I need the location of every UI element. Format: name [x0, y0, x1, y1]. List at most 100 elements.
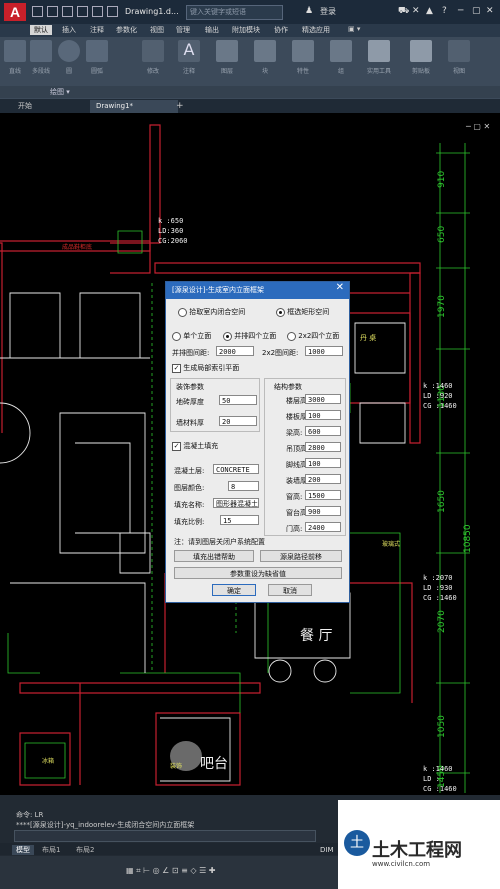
tab-addons[interactable]: 附加模块 [232, 25, 260, 35]
file-tab-bar [0, 99, 500, 113]
wall-thick-input[interactable]: 20 [219, 416, 257, 426]
tab-model[interactable]: 模型 [12, 845, 34, 855]
dim-910: 910 [437, 171, 447, 188]
autocad-logo-icon[interactable]: A [4, 3, 26, 21]
print-icon[interactable] [92, 6, 103, 17]
cancel-button[interactable]: 取消 [268, 584, 312, 596]
tab-start[interactable]: 开始 [18, 101, 32, 111]
tab-manage[interactable]: 管理 [176, 25, 190, 35]
checkmark-icon: ✓ [172, 441, 181, 451]
command-input[interactable] [14, 830, 316, 842]
tab-layout1[interactable]: 布局1 [42, 845, 60, 855]
modify-button[interactable]: 修改 [140, 40, 166, 75]
dialog-close-icon[interactable]: ✕ [336, 282, 344, 293]
dialog-title: [源泉设计]-生成室内立面框架 [172, 286, 264, 294]
help-icon[interactable]: ? [442, 6, 447, 16]
new-file-icon[interactable] [32, 6, 43, 17]
ok-button[interactable]: 确定 [212, 584, 256, 596]
radio-selected-icon [276, 307, 285, 317]
struct-input-ceiling[interactable]: 2800 [305, 442, 341, 452]
layers-button[interactable]: 图层 [214, 40, 240, 75]
tab-collaborate[interactable]: 协作 [274, 25, 288, 35]
room-label-dining: 餐 厅 [300, 628, 332, 644]
exchange-icon[interactable]: ✕ [412, 6, 420, 16]
fill-help-button[interactable]: 填充出错帮助 [174, 550, 254, 562]
opt-2x2[interactable]: 2x2四个立面 [287, 331, 339, 341]
annotation-button[interactable]: A 注释 [176, 40, 202, 75]
tab-output[interactable]: 输出 [205, 25, 219, 35]
tab-drawing[interactable]: Drawing1* [90, 100, 178, 113]
svg-text:k :650: k :650 [158, 217, 183, 225]
concrete-layer-input[interactable]: CONCRETE [213, 464, 259, 474]
grid-spacing-label: 2x2图间距: [262, 349, 299, 357]
open-file-icon[interactable] [47, 6, 58, 17]
user-icon[interactable]: ♟ [305, 6, 313, 16]
radio-icon [287, 331, 296, 341]
svg-text:LD :: LD : [423, 775, 440, 783]
polyline-button[interactable]: 多段线 [28, 40, 54, 75]
close-icon[interactable]: ✕ [486, 6, 494, 16]
grid-spacing-input[interactable]: 1000 [305, 346, 343, 356]
utilities-button[interactable]: 实用工具 [366, 40, 392, 75]
struct-input-sill[interactable]: 900 [305, 506, 341, 516]
opt-box-select[interactable]: 框选矩形空间 [276, 307, 329, 317]
tab-view[interactable]: 视图 [150, 25, 164, 35]
tab-default[interactable]: 默认 [30, 25, 52, 35]
properties-button[interactable]: 特性 [290, 40, 316, 75]
cart-icon[interactable]: ⛟ [398, 6, 409, 17]
minimize-icon[interactable]: ─ [458, 6, 463, 16]
watermark-title: 土木工程网 [372, 840, 462, 860]
struct-input-wall[interactable]: 200 [305, 474, 341, 484]
concrete-fill-checkbox[interactable]: ✓ 混凝土填充 [172, 441, 218, 451]
struct-input-window[interactable]: 1500 [305, 490, 341, 500]
struct-input-door[interactable]: 2400 [305, 522, 341, 532]
struct-input-beam[interactable]: 600 [305, 426, 341, 436]
struct-input-floor-height[interactable]: 3000 [305, 394, 341, 404]
group-button[interactable]: 组 [328, 40, 354, 75]
struct-label-beam: 梁高: [286, 429, 303, 437]
opt-pick-inside[interactable]: 拾取室内闭合空间 [178, 307, 245, 317]
opt-four-row[interactable]: 并排四个立面 [223, 331, 276, 341]
fill-scale-input[interactable]: 15 [220, 515, 259, 525]
block-button[interactable]: 块 [252, 40, 278, 75]
view-button[interactable]: 视图 [446, 40, 472, 75]
viewport-controls[interactable]: ─ ▢ ✕ [466, 122, 490, 131]
tab-layout2[interactable]: 布局2 [76, 845, 94, 855]
save-as-icon[interactable] [77, 6, 88, 17]
status-bar-tools[interactable]: ▦ ⌗ ⊢ ◎ ∠ ⊡ ≡ ◇ ☰ ✚ [126, 866, 216, 876]
opt-single[interactable]: 单个立面 [172, 331, 211, 341]
tab-parametric[interactable]: 参数化 [116, 25, 137, 35]
save-icon[interactable] [62, 6, 73, 17]
dialog-title-bar[interactable]: [源泉设计]-生成室内立面框架 [166, 282, 349, 299]
path-move-button[interactable]: 源泉路径前移 [260, 550, 342, 562]
side-spacing-input[interactable]: 2000 [216, 346, 254, 356]
tab-featured[interactable]: 精选应用 [302, 25, 330, 35]
tab-annotate[interactable]: 注释 [90, 25, 104, 35]
struct-title: 结构参数 [274, 383, 302, 391]
clipboard-button[interactable]: 剪贴板 [408, 40, 434, 75]
gen-index-checkbox[interactable]: ✓ 生成局部索引平面 [172, 363, 239, 373]
ribbon-options-icon[interactable]: ▣ ▾ [348, 25, 360, 33]
struct-input-slab[interactable]: 100 [305, 410, 341, 420]
svg-text:CG :1460: CG :1460 [423, 594, 457, 602]
undo-icon[interactable] [107, 6, 118, 17]
reset-defaults-button[interactable]: 参数重设为缺省值 [174, 567, 342, 579]
ribbon-footer [0, 86, 500, 98]
room-label-dan: 丹 桌 [360, 333, 376, 342]
tab-insert[interactable]: 插入 [62, 25, 76, 35]
fill-name-input[interactable]: 图形器混凝土 [213, 498, 259, 508]
floor-thick-input[interactable]: 50 [219, 395, 257, 405]
circle-button[interactable]: 圆 [56, 40, 82, 75]
layer-color-input[interactable]: 8 [228, 481, 259, 491]
restore-icon[interactable]: ▢ [472, 6, 481, 16]
side-spacing-label: 并排图间距: [172, 349, 210, 357]
new-tab-button[interactable]: + [176, 101, 184, 111]
radio-icon [178, 307, 187, 317]
arc-button[interactable]: 圆弧 [84, 40, 110, 75]
login-link[interactable]: 登录 [320, 6, 336, 17]
autodesk-icon[interactable]: ▲ [426, 6, 433, 16]
struct-input-baseboard[interactable]: 100 [305, 458, 341, 468]
search-input[interactable]: 键入关键字或短语 [186, 5, 283, 20]
panel-draw-label[interactable]: 绘图 ▾ [50, 87, 70, 97]
dim-indicator: DIM [320, 846, 334, 854]
